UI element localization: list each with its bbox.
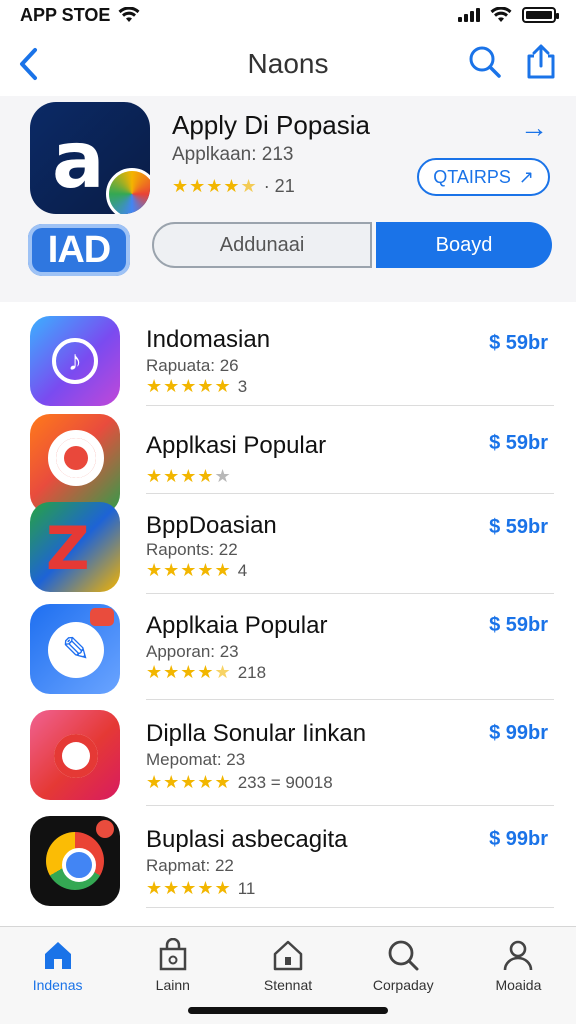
bag-icon [155, 937, 191, 973]
house-outline-icon [270, 937, 306, 973]
app-meta: Mepomat: 23 [146, 750, 246, 769]
featured-pill-label: QTAIRPS [433, 166, 511, 187]
tab-indenas[interactable]: Indenas [0, 927, 115, 1024]
price-button[interactable]: $ 99br [489, 722, 548, 745]
nav-bar: Naons [0, 36, 576, 92]
tab-label: Stennat [263, 977, 313, 993]
rating-count: 4 [237, 560, 248, 580]
featured-section: a Apply Di Popasia Applkaan: 213 ★★★★★ ·… [0, 96, 576, 302]
star-rating: ★★★★★ [172, 176, 258, 196]
segmented-control: Addunaai Boayd [152, 222, 552, 268]
home-indicator[interactable] [188, 1007, 388, 1014]
price-button[interactable]: $ 59br [489, 614, 548, 637]
app-list: ♪ Indomasian Rapuata: 26 ★★★★★ 3 $ 59br A… [0, 306, 576, 908]
pen-icon: ✎ [30, 604, 120, 694]
rating-count: 11 [237, 878, 256, 898]
star-rating: ★★★★★ [146, 376, 232, 396]
featured-app-subtitle: Applkaan: 213 [172, 144, 294, 165]
wifi-status-icon [490, 7, 512, 22]
app-rating: ★★★★★ [146, 466, 232, 487]
star-rating: ★★★★★ [146, 662, 232, 682]
app-rating: ★★★★★ 4 [146, 560, 247, 581]
app-name: Applkasi Popular [146, 432, 327, 459]
app-badge: IAD [28, 224, 130, 276]
segment-right[interactable]: Boayd [376, 222, 552, 268]
star-rating: ★★★★★ [146, 466, 232, 486]
price-button[interactable]: $ 59br [489, 432, 548, 455]
chrome-icon [30, 816, 120, 906]
back-button[interactable] [10, 44, 46, 84]
tab-label: Corpaday [372, 977, 434, 993]
featured-app-rating: ★★★★★ · 21 [172, 176, 295, 197]
app-meta: Rapmat: 22 [146, 856, 234, 875]
chevron-left-icon [20, 48, 37, 80]
arrow-up-right-icon: ↗ [518, 166, 534, 187]
music-icon: ♪ [30, 316, 120, 406]
app-name: Buplasi asbecagita [146, 826, 348, 853]
app-name: Diplla Sonular Iinkan [146, 720, 367, 747]
featured-app-name[interactable]: Apply Di Popasia [172, 110, 370, 141]
share-icon [527, 44, 555, 78]
tab-moaida[interactable]: Moaida [461, 927, 576, 1024]
app-rating: ★★★★★ 11 [146, 878, 255, 899]
search-icon [469, 46, 501, 78]
list-item[interactable]: ♪ Indomasian Rapuata: 26 ★★★★★ 3 $ 59br [0, 306, 576, 406]
list-item[interactable]: Buplasi asbecagita Rapmat: 22 ★★★★★ 11 $ … [0, 806, 576, 908]
arrow-right-icon[interactable]: → [520, 112, 548, 144]
share-button[interactable] [524, 44, 558, 85]
star-rating: ★★★★★ [146, 560, 232, 580]
segment-left[interactable]: Addunaai [152, 222, 372, 268]
person-icon [500, 937, 536, 973]
home-icon [40, 937, 76, 973]
price-button[interactable]: $ 59br [489, 332, 548, 355]
search-button[interactable] [468, 45, 502, 84]
price-button[interactable]: $ 59br [489, 516, 548, 539]
app-meta: Raponts: 22 [146, 540, 238, 559]
color-wheel-icon [106, 168, 150, 214]
tab-label: Moaida [495, 977, 542, 993]
app-name: BppDoasian [146, 512, 277, 539]
list-item[interactable]: Applkasi Popular ★★★★★ $ 59br [0, 406, 576, 514]
tab-label: Lainn [155, 977, 190, 993]
featured-pill-button[interactable]: QTAIRPS ↗ [417, 158, 550, 196]
wifi-icon [118, 7, 140, 22]
search-tab-icon [385, 937, 421, 973]
app-rating: ★★★★★ 218 [146, 662, 266, 683]
app-name: Indomasian [146, 326, 271, 353]
carrier: APP STOE [20, 5, 140, 26]
price-button[interactable]: $ 99br [489, 828, 548, 851]
tab-label: Indenas [32, 977, 83, 993]
list-item[interactable]: Diplla Sonular Iinkan Mepomat: 23 ★★★★★ 2… [0, 700, 576, 806]
featured-rating-count: · 21 [263, 176, 295, 196]
app-rating: ★★★★★ 233 = 90018 [146, 772, 333, 793]
app-name: Applkaia Popular [146, 612, 328, 639]
status-bar: APP STOE [0, 0, 576, 30]
list-item[interactable]: ✎ Applkaia Popular Apporan: 23 ★★★★★ 218 … [0, 594, 576, 700]
list-item[interactable]: Z BppDoasian Raponts: 22 ★★★★★ 4 $ 59br [0, 494, 576, 594]
carrier-label: APP STOE [20, 4, 111, 25]
star-rating: ★★★★★ [146, 772, 232, 792]
rating-count: 233 = 90018 [237, 772, 333, 792]
camera-icon [30, 710, 120, 800]
rating-count: 3 [237, 376, 248, 396]
featured-app-icon[interactable]: a [30, 102, 150, 214]
signal-icon [458, 8, 480, 22]
z-logo-icon: Z [30, 502, 120, 592]
app-meta: Rapuata: 26 [146, 356, 239, 375]
battery-icon [522, 7, 559, 23]
divider [146, 907, 554, 908]
tab-bar: Indenas Lainn Stennat Corpaday Moaida [0, 926, 576, 1024]
app-rating: ★★★★★ 3 [146, 376, 247, 397]
star-rating: ★★★★★ [146, 878, 232, 898]
app-meta: Apporan: 23 [146, 642, 239, 661]
rating-count: 218 [237, 662, 267, 682]
